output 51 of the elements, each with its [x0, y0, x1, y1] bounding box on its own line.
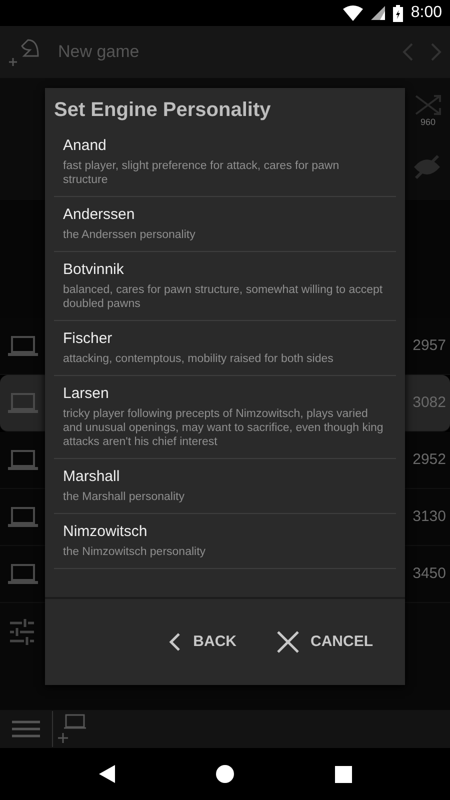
shuffle-icon: [414, 94, 442, 116]
signal-icon: [370, 6, 385, 20]
laptop-icon: [8, 449, 38, 471]
back-chevron-icon: [169, 633, 182, 651]
clock-text: 8:00: [410, 3, 442, 23]
recents-nav-icon[interactable]: [334, 766, 352, 782]
personality-name: Larsen: [63, 384, 110, 404]
variant-label: 960: [420, 116, 436, 129]
personality-item[interactable]: Nimzowitsch the Nimzowitsch personality: [54, 514, 396, 569]
personality-description: fast player, slight preference for attack, cares for pawn structure: [63, 159, 340, 187]
personality-item[interactable]: Marshall the Marshall personality: [54, 459, 396, 514]
personality-name: Nimzowitsch: [63, 522, 148, 542]
laptop-icon: [8, 506, 38, 528]
personality-description: attacking, contemptous, mobility raised for both sides: [63, 352, 334, 366]
personality-description: the Marshall personality: [63, 490, 186, 504]
rating-text: 2957: [412, 336, 446, 356]
personality-name: Anderssen: [63, 205, 136, 225]
rating-text: 3450: [412, 564, 446, 584]
personality-name: Marshall: [63, 467, 121, 487]
personality-name: Fischer: [63, 329, 114, 349]
home-nav-icon[interactable]: [216, 765, 234, 783]
personality-item[interactable]: Larsen tricky player following precepts of Nimzowitsch, plays varied and unusual openings, may want to sacrifice, even though king attacks aren't his chief interest: [54, 376, 396, 459]
personality-description: balanced, cares for pawn structure, somewhat willing to accept doubled pawns: [63, 283, 384, 311]
personality-item[interactable]: Fischer attacking, contemptous, mobility raised for both sides: [54, 321, 396, 376]
back-nav-icon[interactable]: [98, 764, 116, 784]
close-icon: [276, 631, 298, 653]
personality-name: Anand: [63, 136, 108, 156]
menu-icon[interactable]: [12, 719, 40, 739]
dialog-title: Set Engine Personality: [53, 98, 272, 123]
add-engine-icon[interactable]: [57, 713, 89, 745]
laptop-icon: [8, 335, 38, 357]
personality-description: the Anderssen personality: [63, 228, 196, 242]
cancel-button[interactable]: CANCEL: [268, 624, 381, 660]
eye-off-icon[interactable]: [412, 154, 442, 180]
wifi-icon: [342, 5, 363, 21]
sliders-icon[interactable]: [8, 619, 36, 645]
personality-item[interactable]: Anand fast player, slight preference for attack, cares for pawn structure: [54, 128, 396, 197]
personality-item[interactable]: Botvinnik balanced, cares for pawn structure, somewhat willing to accept doubled pawns: [54, 252, 396, 321]
rating-text: 3082: [412, 392, 446, 413]
toolbar-title: New game: [58, 41, 140, 64]
battery-icon: [392, 4, 403, 22]
personality-item[interactable]: Anderssen the Anderssen personality: [54, 197, 396, 252]
personality-description: tricky player following precepts of Nimzowitsch, plays varied and unusual openings, may want to sacrifice, even though king attacks aren't his chief interest: [63, 407, 384, 449]
personality-name: Botvinnik: [63, 260, 125, 280]
laptop-icon: [8, 392, 38, 414]
personality-description: the Nimzowitsch personality: [63, 545, 207, 559]
back-button[interactable]: BACK: [161, 624, 244, 660]
laptop-icon: [8, 563, 38, 585]
rating-text: 2952: [412, 450, 446, 470]
rating-text: 3130: [412, 506, 446, 527]
shuffle-button[interactable]: 960: [414, 94, 442, 130]
